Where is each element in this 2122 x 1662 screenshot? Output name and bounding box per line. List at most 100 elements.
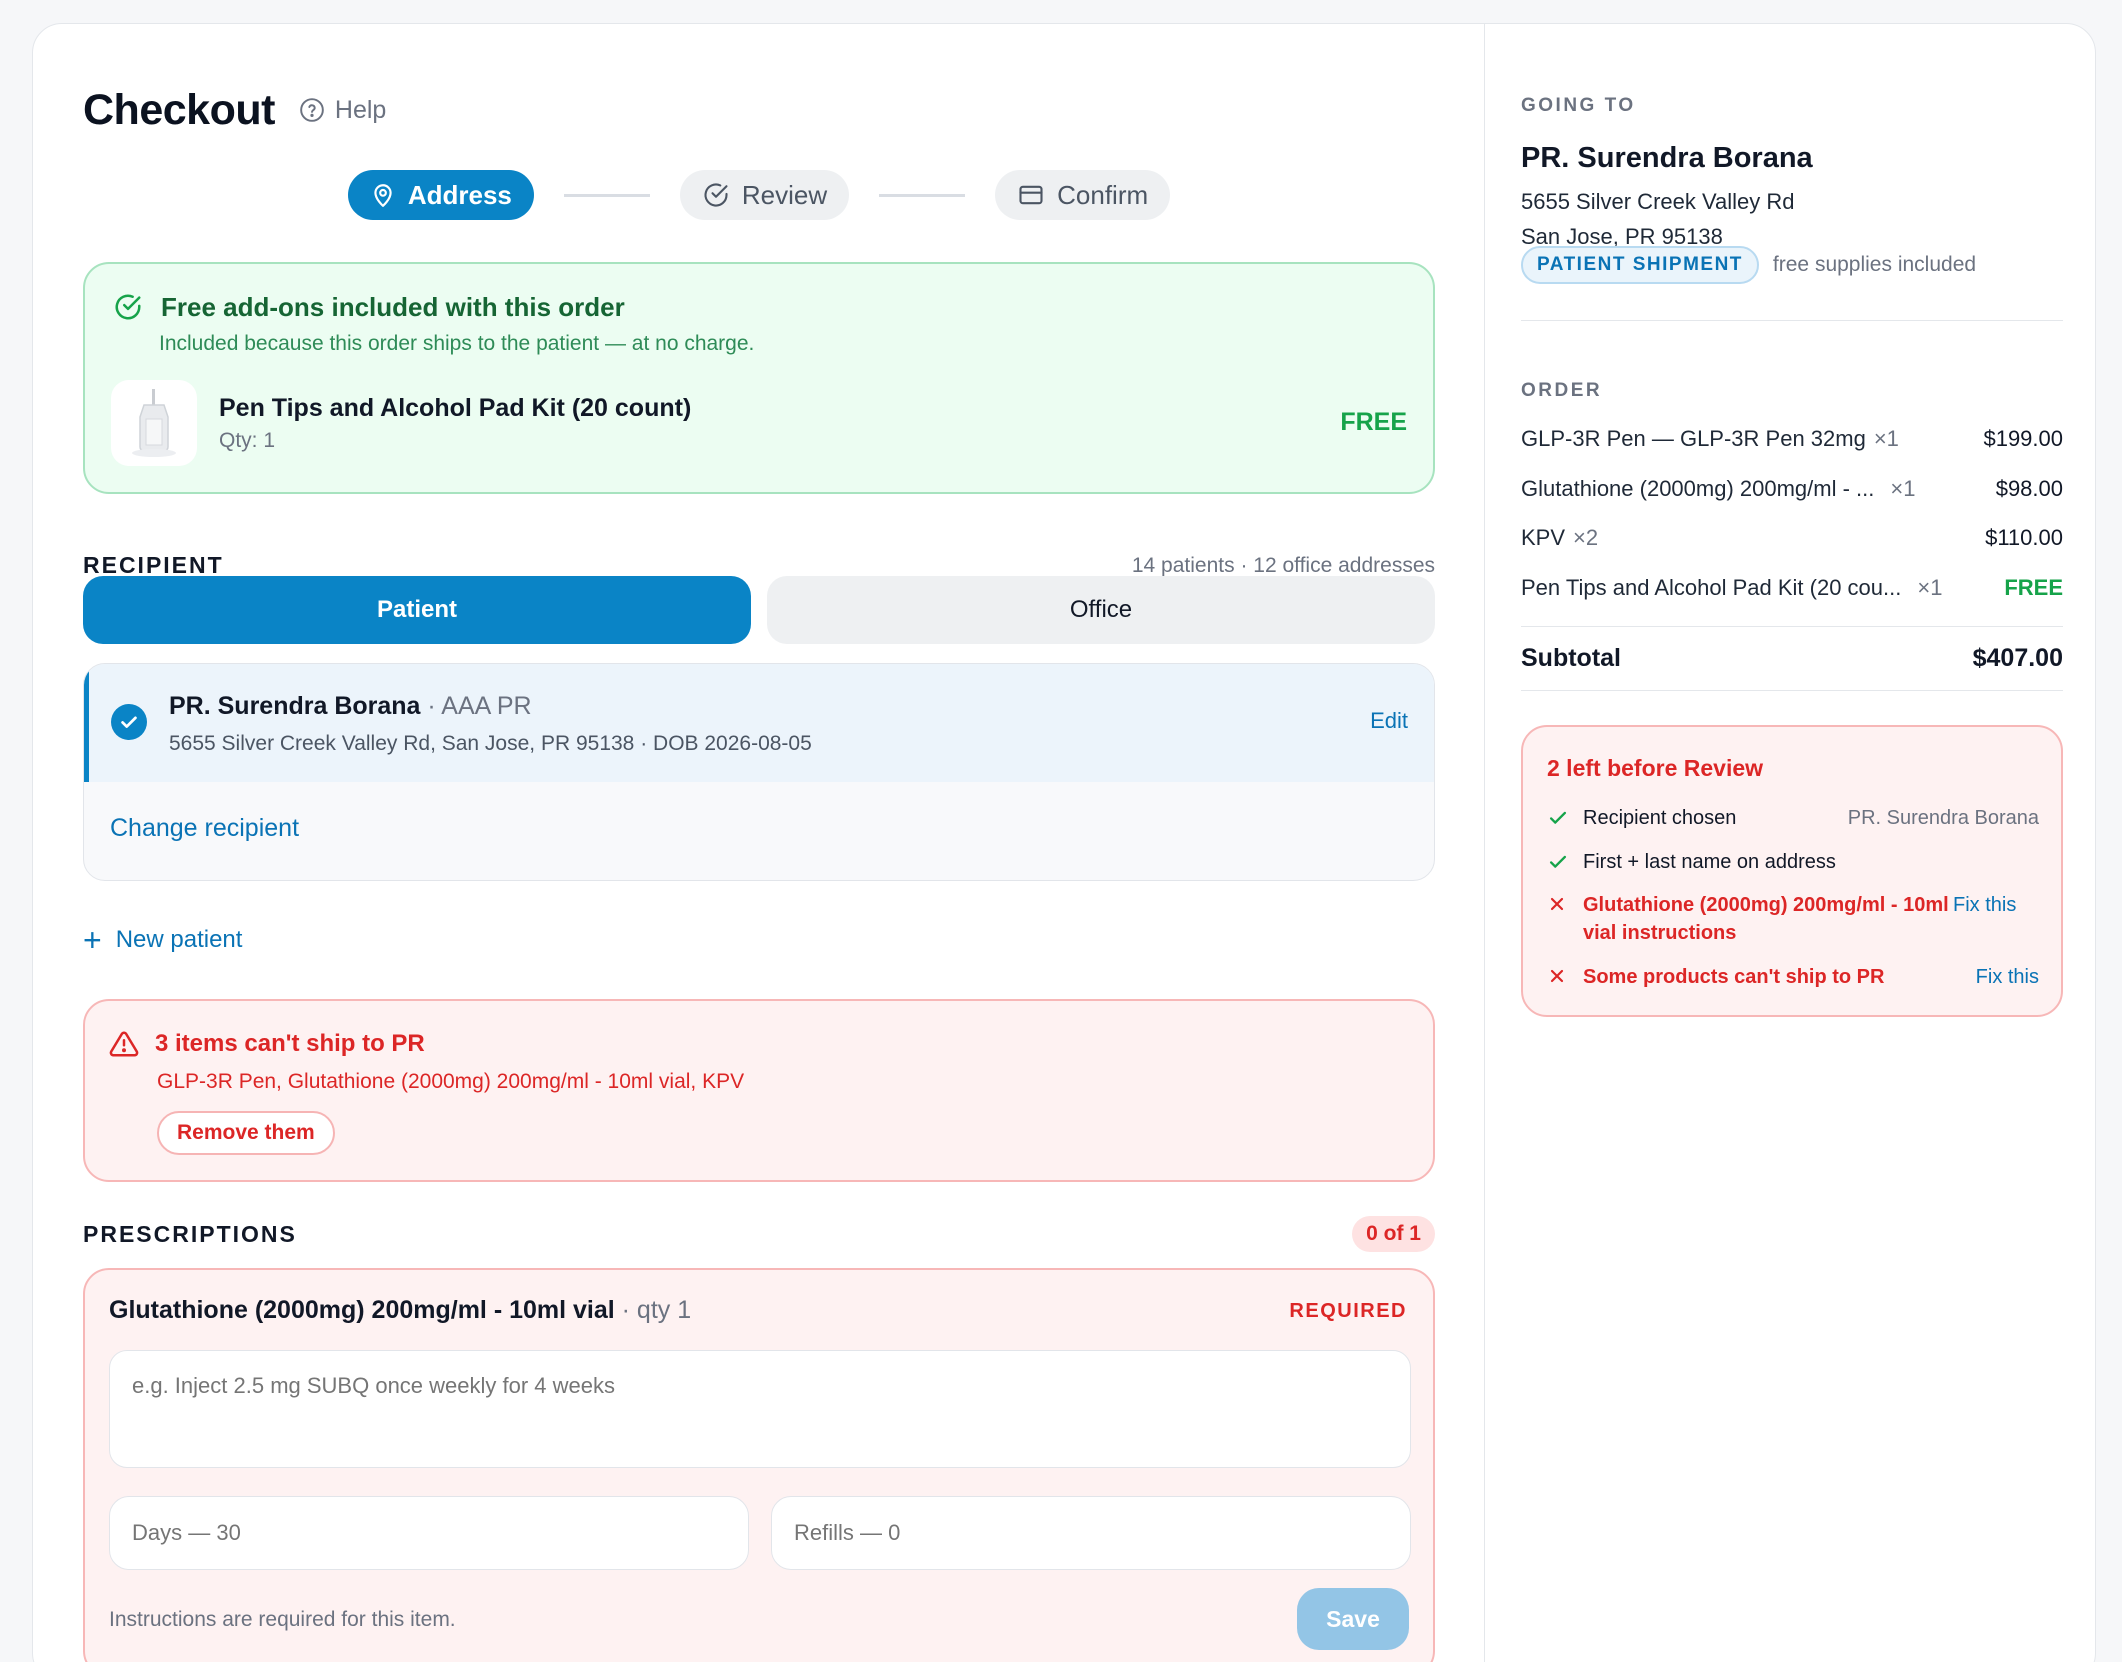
checkout-stepper: Address Review Confirm xyxy=(83,170,1435,220)
checklist-item: Some products can't ship to PR Fix this xyxy=(1547,963,2039,992)
addon-header: Free add-ons included with this order xyxy=(113,292,625,323)
recipient-heading: RECIPIENT 14 patients · 12 office addres… xyxy=(83,552,1435,579)
fix-shipping-link[interactable]: Fix this xyxy=(1976,963,2039,991)
x-icon xyxy=(1547,891,1583,920)
checklist-aside: PR. Surendra Borana xyxy=(1847,807,2039,829)
checkout-card: Checkout Help Address Review Confirm Fre… xyxy=(32,23,2096,1662)
fix-instructions-link[interactable]: Fix this xyxy=(1953,891,2016,919)
save-prescription-button[interactable]: Save xyxy=(1297,1588,1409,1650)
checklist-text: Some products can't ship to PR xyxy=(1583,966,1885,988)
alert-header: 3 items can't ship to PR xyxy=(109,1029,425,1059)
order-item-price: $199.00 xyxy=(1983,426,2063,451)
recipient-address: 5655 Silver Creek Valley Rd, San Jose, P… xyxy=(169,732,812,755)
recipient-name-text: PR. Surendra Borana xyxy=(169,692,421,720)
checkout-main: Checkout Help Address Review Confirm Fre… xyxy=(83,24,1435,1662)
alert-title: 3 items can't ship to PR xyxy=(155,1030,425,1057)
prescriptions-heading: PRESCRIPTIONS 0 of 1 xyxy=(83,1216,1435,1252)
credit-card-icon xyxy=(1019,185,1043,205)
recipient-type-toggle: Patient Office xyxy=(83,576,1435,644)
recipient-meta: 14 patients · 12 office addresses xyxy=(1131,553,1435,577)
prescription-fields xyxy=(109,1496,1411,1570)
order-item-name-text: Pen Tips and Alcohol Pad Kit (20 cou... xyxy=(1521,575,1902,600)
addon-item-details: Pen Tips and Alcohol Pad Kit (20 count) … xyxy=(219,394,691,453)
panel-divider xyxy=(1484,24,1485,1662)
step-address-label: Address xyxy=(407,179,512,210)
order-line-item: KPV ×2 $110.00 xyxy=(1521,525,2063,551)
order-item-price: $110.00 xyxy=(1985,525,2063,550)
divider xyxy=(1521,690,2063,691)
check-circle-icon xyxy=(115,294,141,320)
order-line-item: Pen Tips and Alcohol Pad Kit (20 cou... ×… xyxy=(1521,575,2063,601)
toggle-patient[interactable]: Patient xyxy=(83,576,751,644)
divider xyxy=(1521,320,2063,321)
recipient-section-title: RECIPIENT xyxy=(83,552,224,578)
order-item-name-text: KPV xyxy=(1521,525,1566,550)
help-link[interactable]: Help xyxy=(299,96,386,125)
product-thumbnail xyxy=(111,380,197,466)
edit-recipient-link[interactable]: Edit xyxy=(1370,708,1408,734)
order-label: ORDER xyxy=(1521,380,1603,401)
question-circle-icon xyxy=(300,98,324,122)
prescription-item-name: Glutathione (2000mg) 200mg/ml - 10ml via… xyxy=(109,1296,691,1325)
selected-recipient[interactable]: PR. Surendra Borana · AAA PR 5655 Silver… xyxy=(84,664,1434,782)
order-item-qty: ×1 xyxy=(1873,426,1899,451)
subtotal-value: $407.00 xyxy=(1972,644,2063,672)
change-recipient-link[interactable]: Change recipient xyxy=(110,814,299,843)
step-address[interactable]: Address xyxy=(347,170,534,220)
refills-input[interactable] xyxy=(771,1496,1411,1570)
remove-items-button[interactable]: Remove them xyxy=(157,1111,335,1155)
addon-subtitle: Included because this order ships to the… xyxy=(159,332,755,355)
step-confirm-label: Confirm xyxy=(1057,179,1149,210)
new-patient-button[interactable]: + New patient xyxy=(83,924,242,956)
check-circle-icon xyxy=(704,183,728,207)
order-item-name: GLP-3R Pen — GLP-3R Pen 32mg ×1 xyxy=(1521,426,1899,452)
order-item-qty: ×2 xyxy=(1573,525,1599,550)
checklist-text: Glutathione (2000mg) 200mg/ml - 10ml via… xyxy=(1583,894,1949,944)
days-input[interactable] xyxy=(109,1496,749,1570)
checklist-item: First + last name on address xyxy=(1547,851,2039,879)
instructions-textarea[interactable] xyxy=(109,1350,1411,1468)
ship-to-address-line1: 5655 Silver Creek Valley Rd xyxy=(1521,189,1795,214)
addon-item: Pen Tips and Alcohol Pad Kit (20 count) … xyxy=(111,378,1407,468)
order-item-name-text: GLP-3R Pen — GLP-3R Pen 32mg xyxy=(1521,426,1866,451)
shipment-tags: PATIENT SHIPMENT free supplies included xyxy=(1521,246,1976,284)
addon-item-name: Pen Tips and Alcohol Pad Kit (20 count) xyxy=(219,393,692,422)
required-badge: REQUIRED xyxy=(1289,1300,1407,1322)
divider xyxy=(1521,626,2063,627)
warning-triangle-icon xyxy=(109,1031,139,1057)
x-icon xyxy=(1547,963,1583,992)
order-item-price: $98.00 xyxy=(1995,476,2063,501)
checklist-item: Recipient chosen PR. Surendra Borana xyxy=(1547,807,2039,835)
page-header: Checkout Help xyxy=(83,80,386,140)
prescription-card: Glutathione (2000mg) 200mg/ml - 10ml via… xyxy=(83,1268,1435,1662)
prescriptions-section-title: PRESCRIPTIONS xyxy=(83,1220,297,1247)
check-icon xyxy=(1547,851,1583,879)
checklist-text: Recipient chosen xyxy=(1583,807,1737,829)
subtotal-label: Subtotal xyxy=(1521,644,1621,672)
going-to-label: GOING TO xyxy=(1521,95,1636,116)
step-connector xyxy=(563,193,650,197)
order-item-name: Glutathione (2000mg) 200mg/ml - ... ×1 xyxy=(1521,476,1915,502)
step-confirm[interactable]: Confirm xyxy=(995,170,1171,220)
recipient-name: PR. Surendra Borana · AAA PR xyxy=(169,692,532,721)
order-item-qty: ×1 xyxy=(1890,476,1916,501)
review-checklist: 2 left before Review Recipient chosen PR… xyxy=(1521,725,2063,1017)
instructions-help-text: Instructions are required for this item. xyxy=(109,1608,456,1631)
order-item-name: Pen Tips and Alcohol Pad Kit (20 cou... ×… xyxy=(1521,575,1942,601)
prescription-name-text: Glutathione (2000mg) 200mg/ml - 10ml via… xyxy=(109,1296,615,1324)
order-summary-panel: GOING TO PR. Surendra Borana 5655 Silver… xyxy=(1521,24,2063,1662)
subtotal-row: Subtotal $407.00 xyxy=(1521,644,2063,673)
page-title: Checkout xyxy=(83,85,275,134)
step-review[interactable]: Review xyxy=(679,170,850,220)
order-item-qty: ×1 xyxy=(1917,575,1943,600)
pen-tip-kit-image xyxy=(132,389,176,457)
plus-icon: + xyxy=(83,922,102,958)
addon-item-qty: Qty: 1 xyxy=(219,428,276,452)
selected-recipient-card: PR. Surendra Borana · AAA PR 5655 Silver… xyxy=(83,663,1435,881)
ship-to-name: PR. Surendra Borana xyxy=(1521,142,1813,174)
addon-title: Free add-ons included with this order xyxy=(161,292,625,322)
toggle-office[interactable]: Office xyxy=(767,576,1435,644)
prescription-qty: · qty 1 xyxy=(614,1296,692,1324)
order-line-item: GLP-3R Pen — GLP-3R Pen 32mg ×1 $199.00 xyxy=(1521,426,2063,452)
patient-shipment-badge: PATIENT SHIPMENT xyxy=(1521,246,1759,284)
